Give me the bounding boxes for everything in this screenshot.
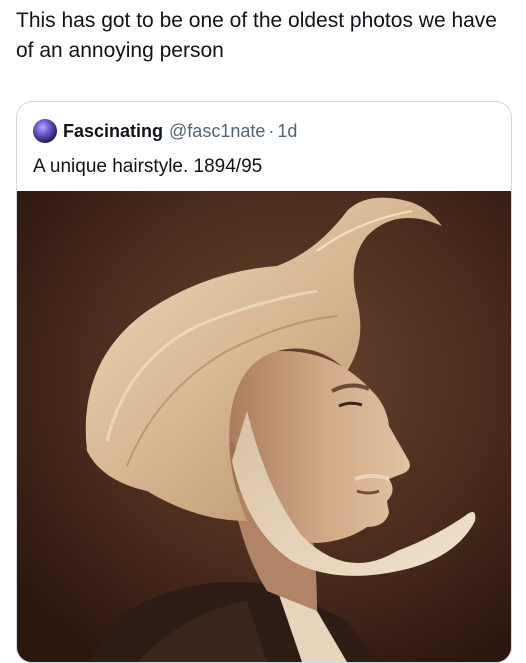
timestamp[interactable]: 1d <box>277 121 297 142</box>
display-name[interactable]: Fascinating <box>63 121 163 142</box>
quoted-tweet-header: Fascinating @fasc1nate · 1d <box>33 118 297 144</box>
separator-dot: · <box>268 120 275 141</box>
user-handle[interactable]: @fasc1nate <box>169 121 265 142</box>
post-text: This has got to be one of the oldest pho… <box>16 9 497 62</box>
quoted-tweet-text: A unique hairstyle. 1894/95 <box>33 156 263 177</box>
quoted-tweet-card[interactable]: Fascinating @fasc1nate · 1d A unique hai… <box>16 101 512 663</box>
portrait-illustration <box>17 191 511 662</box>
avatar[interactable] <box>33 119 57 143</box>
portrait-photo[interactable] <box>17 191 511 662</box>
